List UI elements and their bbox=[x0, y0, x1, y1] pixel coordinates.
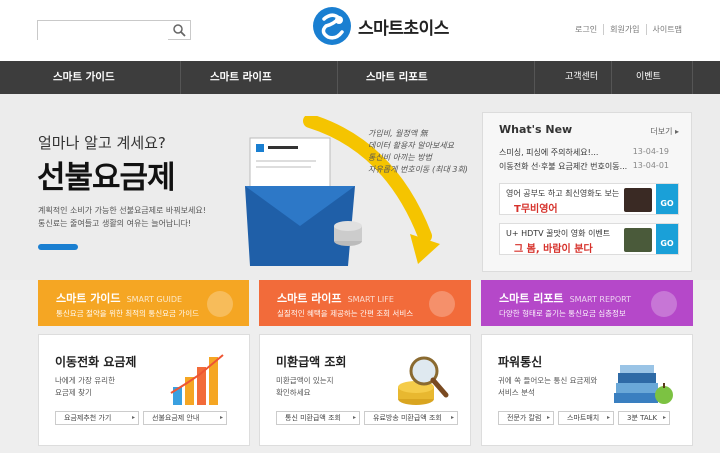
telecom-refund-button[interactable]: 통신 미환급액 조회 bbox=[276, 411, 360, 425]
card-desc: 미환급액이 있는지 확인하세요 bbox=[276, 375, 334, 399]
search-box[interactable] bbox=[37, 20, 191, 43]
hero-title: 선불요금제 bbox=[37, 160, 176, 196]
card-buttons: 요금제추천 가기 선불요금제 안내 bbox=[55, 411, 227, 425]
category-desc: 실질적인 혜택을 제공하는 간편 조회 서비스 bbox=[277, 309, 414, 318]
paytv-refund-button[interactable]: 유료방송 미환급액 조회 bbox=[364, 411, 458, 425]
books-apple-icon bbox=[614, 365, 673, 404]
card-desc-line: 귀에 쏙 들어오는 통신 요금제와 bbox=[498, 376, 598, 385]
card-title: 미환급액 조회 bbox=[276, 355, 347, 369]
search-input[interactable] bbox=[38, 24, 168, 43]
whats-new-title: What's New bbox=[499, 123, 573, 136]
card-desc-line: 나에게 가장 유리한 bbox=[55, 376, 115, 385]
header: 스마트초이스 로그인 회원가입 사이트맵 bbox=[0, 0, 720, 61]
banner-title: 그 봄, 바람이 분다 bbox=[514, 244, 593, 255]
compass-icon bbox=[207, 291, 233, 317]
category-title: 스마트 가이드 bbox=[56, 292, 121, 305]
banner-hdtv[interactable]: U+ HDTV 꿀맛이 영화 이벤트 그 봄, 바람이 분다 GO bbox=[499, 223, 679, 255]
category-title: 스마트 리포트 bbox=[499, 292, 564, 305]
signup-link[interactable]: 회원가입 bbox=[603, 24, 645, 35]
category-desc: 다양한 형태로 즐기는 통신요금 심층정보 bbox=[499, 309, 626, 318]
news-date: 13-04-19 bbox=[632, 147, 669, 156]
category-eng: SMART GUIDE bbox=[126, 295, 183, 304]
note-line: 가입비, 월정액 無 bbox=[368, 129, 428, 138]
three-min-talk-button[interactable]: 3분 TALK bbox=[618, 411, 670, 425]
card-buttons: 전문가 칼럼 스마트매치 3분 TALK bbox=[498, 411, 670, 425]
category-smart-life[interactable]: 스마트 라이프 SMART LIFE 실질적인 혜택을 제공하는 간편 조회 서비… bbox=[259, 280, 471, 326]
nav-divider bbox=[337, 61, 338, 94]
card-refund-lookup: 미환급액 조회 미환급액이 있는지 확인하세요 통신 미환급액 조회 유료방송 … bbox=[259, 334, 471, 446]
card-desc-line: 요금제 찾기 bbox=[55, 388, 92, 397]
news-date: 13-04-01 bbox=[632, 161, 669, 170]
news-text: 스미싱, 피싱에 주의하세요!... bbox=[499, 148, 599, 157]
card-title: 이동전화 요금제 bbox=[55, 355, 137, 369]
category-eng: SMART LIFE bbox=[347, 295, 394, 304]
nav-divider bbox=[534, 61, 535, 94]
nav-divider bbox=[611, 61, 612, 94]
go-button[interactable]: GO bbox=[656, 224, 678, 254]
search-icon[interactable] bbox=[172, 23, 186, 37]
go-button[interactable]: GO bbox=[656, 184, 678, 214]
banner-title: T무비영어 bbox=[514, 204, 558, 215]
category-desc: 통신요금 절약을 위한 최적의 통신요금 가이드 bbox=[56, 309, 200, 318]
card-power-telecom: 파워통신 귀에 쏙 들어오는 통신 요금제와 서비스 분석 전문가 칼럼 스마트… bbox=[481, 334, 693, 446]
top-links: 로그인 회원가입 사이트맵 bbox=[569, 24, 688, 35]
nav-smart-life[interactable]: 스마트 라이프 bbox=[210, 61, 272, 94]
site-logo[interactable]: 스마트초이스 bbox=[312, 6, 449, 46]
more-label: 더보기 bbox=[650, 127, 673, 136]
hero-description: 계획적인 소비가 가능한 선불요금제로 바꿔보세요! 통신료는 줄여들고 생활의… bbox=[38, 204, 206, 230]
card-buttons: 통신 미환급액 조회 유료방송 미환급액 조회 bbox=[276, 411, 458, 425]
news-text: 이동전화 선·후불 요금제간 번호이동... bbox=[499, 162, 628, 171]
whats-new-panel: What's New 더보기 ▸ 스미싱, 피싱에 주의하세요!... 13-0… bbox=[482, 112, 692, 272]
note-line: 통신비 아끼는 방법 bbox=[368, 153, 432, 162]
category-smart-guide[interactable]: 스마트 가이드 SMART GUIDE 통신요금 절약을 위한 최적의 통신요금 … bbox=[38, 280, 249, 326]
news-item[interactable]: 스미싱, 피싱에 주의하세요!... 13-04-19 bbox=[499, 147, 679, 158]
smart-match-button[interactable]: 스마트매치 bbox=[558, 411, 614, 425]
more-link[interactable]: 더보기 ▸ bbox=[650, 126, 679, 137]
expert-column-button[interactable]: 전문가 칼럼 bbox=[498, 411, 554, 425]
main-nav: 스마트 가이드 스마트 라이프 스마트 리포트 고객센터 이벤트 bbox=[0, 61, 720, 94]
logo-text: 스마트초이스 bbox=[358, 18, 449, 39]
note-line: 자유롭게 번호이동 (최대 3회) bbox=[368, 165, 468, 174]
card-desc: 귀에 쏙 들어오는 통신 요금제와 서비스 분석 bbox=[498, 375, 597, 399]
hero-desc-line: 통신료는 줄여들고 생활의 여유는 늘어납니다! bbox=[38, 219, 192, 228]
prepaid-guide-button[interactable]: 선불요금제 안내 bbox=[143, 411, 227, 425]
hero-section: 얼마나 알고 계세요? 선불요금제 계획적인 소비가 가능한 선불요금제로 바꿔… bbox=[0, 94, 720, 280]
logo-icon bbox=[313, 7, 351, 45]
card-desc: 나에게 가장 유리한 요금제 찾기 bbox=[55, 375, 115, 399]
hero-question: 얼마나 알고 계세요? bbox=[38, 134, 166, 152]
nav-divider bbox=[180, 61, 181, 94]
plan-recommend-button[interactable]: 요금제추천 가기 bbox=[55, 411, 139, 425]
card-mobile-plan: 이동전화 요금제 나에게 가장 유리한 요금제 찾기 요금제추천 가기 선불요금… bbox=[38, 334, 250, 446]
card-desc-line: 확인하세요 bbox=[276, 388, 311, 397]
bar-chart-icon bbox=[170, 354, 224, 405]
banner-tmovie[interactable]: 영어 공부도 하고 최신영화도 보는 T무비영어 GO bbox=[499, 183, 679, 215]
nav-divider bbox=[692, 61, 693, 94]
note-line: 데이터 활용자 알아보세요 bbox=[368, 141, 455, 150]
sitemap-link[interactable]: 사이트맵 bbox=[645, 24, 688, 35]
nav-smart-guide[interactable]: 스마트 가이드 bbox=[53, 61, 115, 94]
banner-subtitle: 영어 공부도 하고 최신영화도 보는 bbox=[506, 189, 620, 198]
nav-smart-report[interactable]: 스마트 리포트 bbox=[366, 61, 428, 94]
login-link[interactable]: 로그인 bbox=[569, 24, 603, 35]
category-eng: SMART REPORT bbox=[569, 295, 632, 304]
category-smart-report[interactable]: 스마트 리포트 SMART REPORT 다양한 형태로 즐기는 통신요금 심층정… bbox=[481, 280, 693, 326]
magnifier-coins-icon bbox=[398, 356, 449, 405]
chat-icon bbox=[429, 291, 455, 317]
banner-subtitle: U+ HDTV 꿀맛이 영화 이벤트 bbox=[506, 229, 611, 238]
card-title: 파워통신 bbox=[498, 355, 543, 369]
banner-image bbox=[624, 228, 652, 252]
slide-indicator[interactable] bbox=[38, 244, 78, 250]
card-desc-line: 서비스 분석 bbox=[498, 388, 535, 397]
news-item[interactable]: 이동전화 선·후불 요금제간 번호이동... 13-04-01 bbox=[499, 161, 679, 172]
banner-image bbox=[624, 188, 652, 212]
nav-event[interactable]: 이벤트 bbox=[636, 61, 661, 94]
nav-customer-center[interactable]: 고객센터 bbox=[565, 61, 598, 94]
handwritten-notes: 가입비, 월정액 無 데이터 활용자 알아보세요 통신비 아끼는 방법 자유롭게… bbox=[368, 128, 468, 176]
card-desc-line: 미환급액이 있는지 bbox=[276, 376, 334, 385]
leaf-icon bbox=[651, 291, 677, 317]
hero-desc-line: 계획적인 소비가 가능한 선불요금제로 바꿔보세요! bbox=[38, 206, 206, 215]
category-title: 스마트 라이프 bbox=[277, 292, 342, 305]
